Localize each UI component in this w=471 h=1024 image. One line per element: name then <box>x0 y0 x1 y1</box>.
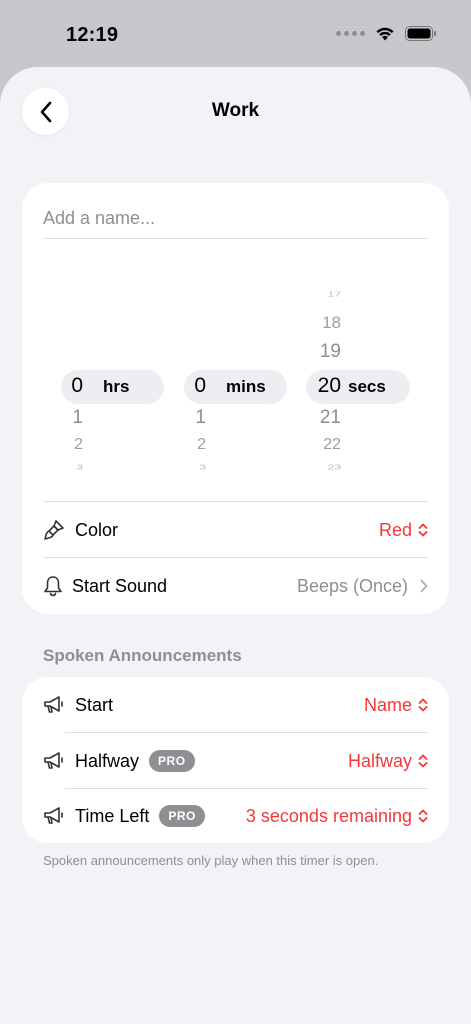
announcement-value[interactable]: Halfway <box>348 751 428 772</box>
minutes-wheel[interactable]: 0 mins 1 2 3 <box>172 273 287 483</box>
picker-option: 2 <box>74 436 83 453</box>
picker-option: 23 <box>327 462 341 472</box>
duration-picker[interactable]: 0 hrs 1 2 3 0 mins 1 2 3 17 18 19 20 sec… <box>22 273 449 483</box>
picker-option: 2 <box>197 436 206 453</box>
paintbrush-icon <box>43 519 69 541</box>
picker-option: 21 <box>319 407 341 428</box>
announcement-label: Start <box>75 694 114 715</box>
divider <box>43 238 428 239</box>
hours-wheel[interactable]: 0 hrs 1 2 3 <box>49 273 164 483</box>
minutes-selected-value: 0 <box>194 374 206 397</box>
announcement-row-time-left[interactable]: Time Left PRO 3 seconds remaining <box>43 788 428 844</box>
picker-option: 19 <box>319 341 341 362</box>
battery-icon <box>405 26 436 41</box>
announcement-value[interactable]: Name <box>364 695 428 716</box>
picker-option: 1 <box>72 407 83 428</box>
megaphone-icon <box>43 695 69 715</box>
announcement-row-start[interactable]: Start Name <box>43 677 428 733</box>
announcements-card: Start Name Halfway PRO Halfway Time Left… <box>22 677 449 843</box>
start-sound-label: Start Sound <box>72 575 168 596</box>
hours-selected-value: 0 <box>71 374 83 397</box>
start-sound-row[interactable]: Start Sound Beeps (Once) <box>43 558 428 614</box>
chevron-right-icon <box>420 579 428 593</box>
minutes-unit-label: mins <box>226 377 266 396</box>
seconds-selected-value: 20 <box>317 374 341 397</box>
megaphone-icon <box>43 806 69 826</box>
announcement-row-halfway[interactable]: Halfway PRO Halfway <box>43 733 428 789</box>
seconds-wheel[interactable]: 17 18 19 20 secs 21 22 23 <box>307 273 422 483</box>
announcement-value[interactable]: 3 seconds remaining <box>246 806 428 827</box>
status-time: 12:19 <box>66 24 119 46</box>
announcements-footer-note: Spoken announcements only play when this… <box>43 853 379 868</box>
start-sound-value-text: Beeps (Once) <box>296 575 408 596</box>
picker-option: 1 <box>195 407 206 428</box>
announcement-value-text: 3 seconds remaining <box>245 805 412 826</box>
status-icons <box>336 26 437 41</box>
picker-option: 3 <box>199 462 206 472</box>
announcement-value-text: Halfway <box>347 750 412 771</box>
picker-option: 3 <box>76 462 83 472</box>
chevron-up-down-icon <box>418 754 428 768</box>
pro-badge: PRO <box>159 805 205 827</box>
bell-icon <box>43 575 65 597</box>
color-value[interactable]: Red <box>379 520 428 541</box>
section-header-spoken-announcements: Spoken Announcements <box>43 646 242 665</box>
page-title: Work <box>211 100 260 121</box>
chevron-up-down-icon <box>418 698 428 712</box>
timer-settings-card: 0 hrs 1 2 3 0 mins 1 2 3 17 18 19 20 sec… <box>22 183 449 614</box>
chevron-up-down-icon <box>418 809 428 823</box>
color-row[interactable]: Color Red <box>43 502 428 558</box>
announcement-label: Halfway <box>75 750 140 771</box>
cellular-signal-icon <box>336 31 365 36</box>
megaphone-icon <box>43 751 69 771</box>
picker-option: 22 <box>323 436 341 453</box>
timer-edit-sheet: Work 0 hrs 1 2 3 0 mins 1 2 3 <box>0 67 471 1024</box>
picker-option: 18 <box>322 313 341 332</box>
announcement-label: Time Left <box>75 805 150 826</box>
pro-badge: PRO <box>149 750 195 772</box>
hours-unit-label: hrs <box>103 377 130 396</box>
status-bar: 12:19 <box>0 0 471 66</box>
color-value-text: Red <box>378 519 412 540</box>
wifi-icon <box>376 27 394 41</box>
start-sound-value[interactable]: Beeps (Once) <box>297 576 428 597</box>
picker-option: 17 <box>327 289 341 299</box>
name-input[interactable] <box>43 197 428 239</box>
color-label: Color <box>75 519 119 540</box>
announcement-value-text: Name <box>363 694 412 715</box>
seconds-unit-label: secs <box>348 377 386 396</box>
chevron-up-down-icon <box>418 523 428 537</box>
